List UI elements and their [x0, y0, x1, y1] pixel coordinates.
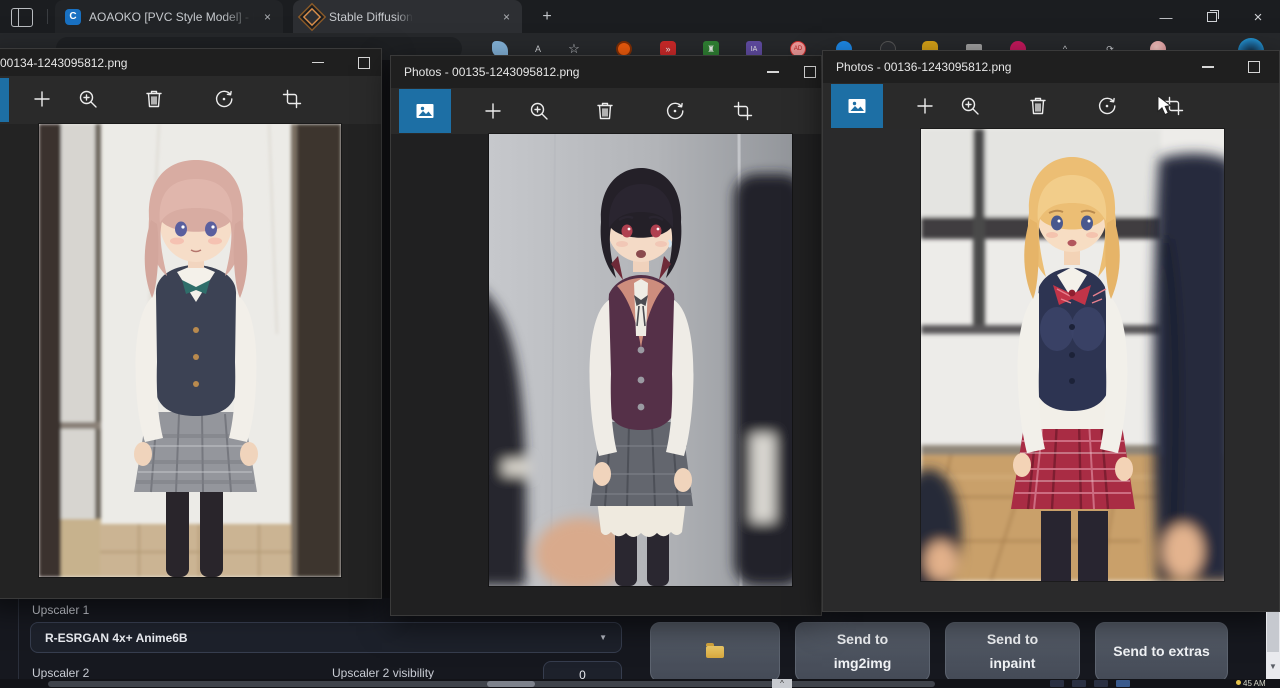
send-to-inpaint-button[interactable]: Send to inpaint: [945, 622, 1080, 682]
photos-window-1: 00134-1243095812.png: [0, 48, 382, 599]
scroll-down-icon[interactable]: ▼: [1266, 662, 1280, 671]
open-folder-button[interactable]: [650, 622, 780, 682]
zoom-button[interactable]: [948, 85, 992, 127]
send-to-extras-button[interactable]: Send to extras: [1095, 622, 1228, 682]
see-all-photos-icon: [846, 95, 868, 117]
add-button[interactable]: [20, 78, 64, 120]
browser-tab-bar: C AOAOKO [PVC Style Model] - PV × Stable…: [0, 0, 1280, 33]
window-title: Photos - 00135-1243095812.png: [404, 65, 579, 79]
stable-diffusion-favicon: [303, 7, 321, 25]
scrollbar-thumb[interactable]: [487, 681, 535, 687]
window-titlebar: Photos - 00135-1243095812.png: [391, 56, 821, 88]
tray-chevron-icon[interactable]: ^: [772, 679, 792, 688]
window-titlebar: Photos - 00136-1243095812.png: [823, 51, 1279, 83]
window-content: [0, 124, 381, 598]
upscaler2-label: Upscaler 2: [32, 666, 89, 680]
delete-button[interactable]: [583, 90, 627, 132]
photos-window-3: Photos - 00136-1243095812.png: [822, 50, 1280, 612]
see-all-photos-icon: [414, 100, 436, 122]
delete-button[interactable]: [1016, 85, 1060, 127]
folder-icon: [706, 646, 724, 658]
tab-close-icon[interactable]: ×: [501, 10, 512, 24]
maximize-icon: [358, 57, 370, 69]
taskbar-app-icon[interactable]: [1050, 680, 1064, 687]
desktop: C AOAOKO [PVC Style Model] - PV × Stable…: [0, 0, 1280, 688]
see-all-photos-button[interactable]: [399, 89, 451, 133]
taskbar-app-icon[interactable]: [1094, 680, 1108, 687]
window-titlebar: 00134-1243095812.png: [0, 49, 381, 76]
upscaler1-label: Upscaler 1: [32, 603, 89, 617]
minimize-icon: [767, 71, 779, 73]
dropdown-caret-icon: ▼: [599, 633, 607, 642]
rotate-button[interactable]: [653, 90, 697, 132]
window-toolbar: [0, 76, 381, 124]
minimize-button[interactable]: [301, 49, 335, 76]
maximize-button[interactable]: [1237, 51, 1271, 83]
zoom-button[interactable]: [517, 90, 561, 132]
window-toolbar: [391, 88, 821, 134]
add-button[interactable]: [471, 90, 515, 132]
taskbar-app-icon[interactable]: [1116, 680, 1130, 687]
tray-notification-icon: [1236, 680, 1241, 685]
minimize-icon: [1202, 66, 1214, 68]
maximize-icon: [804, 66, 816, 78]
restore-icon: [1207, 12, 1217, 22]
tab-separator: [47, 9, 48, 24]
taskbar-app-icon[interactable]: [1072, 680, 1086, 687]
tab-close-icon[interactable]: ×: [262, 10, 273, 24]
window-title: 00134-1243095812.png: [0, 56, 127, 70]
send-to-img2img-button[interactable]: Send to img2img: [795, 622, 930, 682]
minimize-button[interactable]: [1191, 51, 1225, 83]
browser-close-button[interactable]: ×: [1238, 4, 1278, 30]
window-toolbar: [823, 83, 1279, 129]
scrollbar-thumb[interactable]: [1267, 612, 1279, 652]
upscaler1-dropdown[interactable]: R-ESRGAN 4x+ Anime6B ▼: [30, 622, 622, 653]
crop-button[interactable]: [270, 78, 314, 120]
crop-button[interactable]: [721, 90, 765, 132]
upscaler2-visibility-label: Upscaler 2 visibility: [332, 666, 434, 680]
page-horizontal-scrollbar[interactable]: [48, 681, 935, 687]
window-content: [391, 134, 821, 615]
browser-minimize-button[interactable]: —: [1146, 4, 1186, 30]
add-button[interactable]: [903, 85, 947, 127]
rotate-button[interactable]: [202, 78, 246, 120]
photo-image-00136: [921, 129, 1224, 581]
tab-actions-icon[interactable]: [11, 8, 33, 27]
tab-title: AOAOKO [PVC Style Model] - PV: [89, 10, 254, 24]
photo-image-00134: [39, 124, 341, 577]
photo-image-00135: [489, 134, 792, 586]
zoom-button[interactable]: [66, 78, 110, 120]
tab-stable-diffusion[interactable]: Stable Diffusion ×: [293, 0, 522, 33]
rotate-button[interactable]: [1085, 85, 1129, 127]
new-tab-button[interactable]: +: [536, 6, 558, 28]
taskbar: ^ 45 AM: [0, 679, 1280, 688]
maximize-icon: [1248, 61, 1260, 73]
tab-title: Stable Diffusion: [329, 10, 413, 24]
minimize-icon: [312, 62, 324, 64]
window-title: Photos - 00136-1243095812.png: [836, 60, 1011, 74]
panel-divider: [18, 598, 19, 688]
page-vertical-scrollbar[interactable]: ▼: [1266, 612, 1280, 679]
taskbar-clock: 45 AM: [1243, 679, 1266, 688]
browser-restore-button[interactable]: [1192, 4, 1232, 30]
upscaler1-value: R-ESRGAN 4x+ Anime6B: [45, 631, 188, 645]
mouse-cursor: [1157, 95, 1172, 116]
civitai-favicon: C: [65, 9, 81, 25]
maximize-button[interactable]: [347, 49, 381, 76]
photos-window-2: Photos - 00135-1243095812.png: [390, 55, 822, 616]
minimize-button[interactable]: [756, 56, 790, 88]
see-all-photos-button[interactable]: [0, 78, 9, 122]
window-content: [823, 129, 1279, 611]
delete-button[interactable]: [132, 78, 176, 120]
see-all-photos-button[interactable]: [831, 84, 883, 128]
tab-civitai[interactable]: C AOAOKO [PVC Style Model] - PV ×: [55, 0, 283, 33]
